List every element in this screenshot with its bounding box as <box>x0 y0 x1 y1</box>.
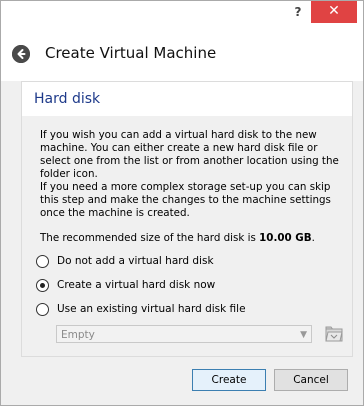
page-title: Create Virtual Machine <box>45 44 217 62</box>
folder-open-icon <box>325 326 343 342</box>
radio-existing-disk[interactable] <box>36 302 49 316</box>
option-create-disk[interactable]: Create a virtual hard disk now <box>36 277 215 293</box>
complex-setup-paragraph: If you need a more complex storage set-u… <box>40 181 331 219</box>
option-existing-disk-label: Use an existing virtual hard disk file <box>57 303 246 315</box>
radio-create-disk[interactable] <box>36 278 49 292</box>
content-area: Hard disk If you wish you can add a virt… <box>1 81 363 357</box>
back-arrow-glyph-icon <box>12 45 30 63</box>
close-button[interactable]: ✕ <box>311 1 357 23</box>
create-button[interactable]: Create <box>192 369 266 391</box>
section-title: Hard disk <box>34 91 101 107</box>
dialog-footer: Create Cancel <box>1 357 363 405</box>
help-button[interactable]: ? <box>283 1 313 23</box>
section-header: Hard disk <box>22 82 352 116</box>
option-create-disk-label: Create a virtual hard disk now <box>57 279 216 291</box>
cancel-button[interactable]: Cancel <box>274 369 348 391</box>
option-no-disk[interactable]: Do not add a virtual hard disk <box>36 253 214 269</box>
option-no-disk-label: Do not add a virtual hard disk <box>57 255 214 267</box>
recommended-size-text: The recommended size of the hard disk is… <box>40 232 344 245</box>
dialog-window: ? ✕ Create Virtual Machine Hard disk If … <box>0 0 364 406</box>
radio-no-disk[interactable] <box>36 254 49 268</box>
option-existing-disk[interactable]: Use an existing virtual hard disk file <box>36 301 246 317</box>
intro-paragraph: If you wish you can add a virtual hard d… <box>40 129 339 180</box>
back-arrow-icon[interactable] <box>12 45 30 63</box>
hard-disk-panel: Hard disk If you wish you can add a virt… <box>21 81 353 357</box>
recommended-size-value: 10.00 GB <box>259 232 312 244</box>
existing-disk-select-value: Empty <box>61 329 95 341</box>
recommended-size-prefix: The recommended size of the hard disk is <box>40 232 260 244</box>
chevron-down-icon: ▼ <box>300 330 307 340</box>
wizard-header: Create Virtual Machine <box>1 27 363 81</box>
existing-disk-select[interactable]: Empty ▼ <box>56 325 312 343</box>
choose-disk-file-button[interactable] <box>324 324 344 344</box>
title-bar: ? ✕ <box>1 1 363 27</box>
recommended-size-suffix: . <box>311 232 315 244</box>
